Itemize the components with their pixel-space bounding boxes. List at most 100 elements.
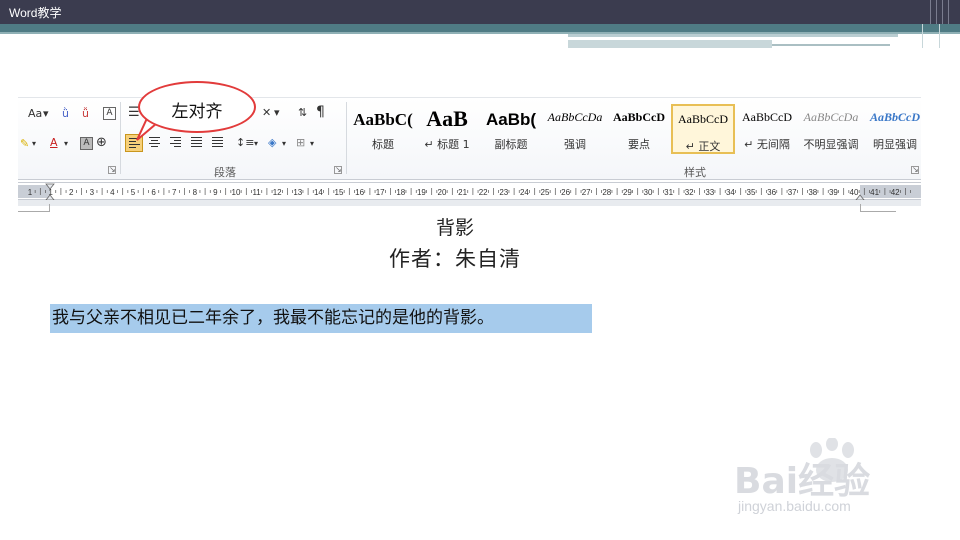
- ruler-tick-label: 37: [788, 188, 797, 197]
- shading-dropdown-icon[interactable]: ▾: [282, 136, 286, 152]
- enclose-character-icon[interactable]: ǚ: [82, 106, 89, 122]
- ruler-tick-label: 9: [213, 188, 218, 197]
- ruler-tick-label: 36: [767, 188, 776, 197]
- page-corner-mark-right: [860, 204, 896, 212]
- page-corner-mark-left: [18, 204, 50, 212]
- ruler-tick-label: 39: [829, 188, 838, 197]
- ruler-tick-label: 27: [582, 188, 591, 197]
- ruler-tick-label: 42: [891, 188, 900, 197]
- highlight-dropdown-icon[interactable]: ▾: [32, 136, 36, 152]
- show-marks-icon[interactable]: ¶: [316, 104, 325, 120]
- asian-layout-dropdown-icon[interactable]: ▾: [274, 105, 280, 121]
- ruler-tick-label: 13: [293, 188, 302, 197]
- ruler-tick-label: 29: [623, 188, 632, 197]
- distributed-icon: [212, 137, 223, 149]
- justify-icon: [191, 137, 202, 149]
- ruler-shadow: [18, 200, 921, 206]
- horizontal-ruler[interactable]: 1 1 2 3 4 5 6 7 8 9 10 11 12 13 14 15 16 17 18 19 20 21 22 23 24…: [18, 182, 921, 201]
- slide-header-bar: Word教学: [0, 0, 960, 24]
- style-title[interactable]: AaBbC( 标题: [351, 104, 415, 154]
- ruler-tick-label: 10: [232, 188, 241, 197]
- ruler-tick-label: 6: [151, 188, 156, 197]
- asian-layout-icon[interactable]: ✕: [262, 105, 271, 121]
- style-intense-emphasis[interactable]: AaBbCcD 明显强调: [863, 104, 921, 154]
- paragraph-dialog-launcher-icon[interactable]: ↘: [334, 166, 342, 174]
- ruler-tick-label: 5: [131, 188, 136, 197]
- font-color-dropdown-icon[interactable]: ▾: [64, 136, 68, 152]
- phonetic-guide-icon[interactable]: ǜ: [62, 106, 69, 122]
- style-heading-1[interactable]: AaB ↵ 标题 1: [415, 104, 479, 154]
- ruler-tick-label: 28: [602, 188, 611, 197]
- ruler-tick-label: 3: [90, 188, 95, 197]
- ruler-tick-label: 18: [396, 188, 405, 197]
- selected-paragraph[interactable]: 我与父亲不相见已二年余了，我最不能忘记的是他的背影。: [50, 304, 592, 333]
- ruler-tick-label: 12: [273, 188, 282, 197]
- callout-tail-cover: [152, 114, 170, 124]
- ruler-tick-label: 7: [172, 188, 177, 197]
- header-deco-strip: [568, 34, 898, 37]
- header-deco-frame: [922, 24, 940, 48]
- ruler-tick-label: 35: [747, 188, 756, 197]
- line-spacing-icon[interactable]: ↕≡: [236, 135, 254, 151]
- watermark-brand: Bai经验: [734, 461, 871, 502]
- font-dialog-launcher-icon[interactable]: ↘: [108, 166, 116, 174]
- ruler-tick-label: 23: [499, 188, 508, 197]
- group-separator: [346, 102, 347, 174]
- ruler-tick-label: 1: [28, 188, 33, 197]
- ruler-tick-label: 26: [561, 188, 570, 197]
- ruler-tick-label: 20: [438, 188, 447, 197]
- character-border-icon[interactable]: A: [103, 107, 116, 120]
- slide-title: Word教学: [9, 6, 62, 20]
- ruler-tick-label: 21: [458, 188, 467, 197]
- ruler-tick-label: 40: [850, 188, 859, 197]
- style-strong[interactable]: AaBbCcD 要点: [607, 104, 671, 154]
- styles-dialog-launcher-icon[interactable]: ↘: [911, 166, 919, 174]
- ruler-scale: 1 1 2 3 4 5 6 7 8 9 10 11 12 13 14 15 16 17 18 19 20 21 22 23 24…: [18, 183, 921, 201]
- paragraph-group-label: 段落: [214, 166, 236, 179]
- ruler-tick-label: 22: [479, 188, 488, 197]
- shading-icon[interactable]: ◈: [268, 135, 276, 151]
- ruler-tick-label: 8: [193, 188, 198, 197]
- ruler-tick-label: 11: [252, 188, 261, 197]
- document-title: 背影: [435, 217, 474, 239]
- ruler-tick-label: 15: [335, 188, 344, 197]
- justify-button[interactable]: [188, 134, 206, 152]
- baidu-watermark: Bai经验 jingyan.baidu.com: [730, 438, 930, 522]
- ruler-tick-label: 30: [644, 188, 653, 197]
- borders-dropdown-icon[interactable]: ▾: [310, 136, 314, 152]
- ruler-tick-label: 33: [705, 188, 714, 197]
- enclose-character-circle-icon[interactable]: ⊕: [96, 135, 107, 151]
- document-author: 作者：朱自清: [389, 247, 521, 271]
- line-spacing-dropdown-icon[interactable]: ▾: [254, 136, 258, 152]
- watermark-url: jingyan.baidu.com: [738, 498, 851, 514]
- sort-icon[interactable]: ⇅: [298, 105, 307, 121]
- ruler-tick-label: 31: [664, 188, 673, 197]
- ruler-tick-label: 32: [685, 188, 694, 197]
- header-deco-line: [772, 44, 890, 46]
- ruler-tick-label: 41: [870, 188, 879, 197]
- header-decoration: [928, 0, 954, 24]
- ruler-tick-label: 38: [808, 188, 817, 197]
- style-emphasis[interactable]: AaBbCcDa 强调: [543, 104, 607, 154]
- change-case-dropdown-icon[interactable]: ▾: [43, 106, 49, 122]
- styles-group-label: 样式: [684, 166, 706, 179]
- highlight-color-icon[interactable]: ✎: [20, 136, 29, 152]
- ruler-tick-label: 2: [69, 188, 74, 197]
- ruler-tick-label: 4: [110, 188, 115, 197]
- header-accent-band: [0, 24, 960, 32]
- distributed-button[interactable]: [209, 134, 227, 152]
- style-subtle-emphasis[interactable]: AaBbCcDa 不明显强调: [799, 104, 863, 154]
- change-case-button[interactable]: Aa: [28, 106, 42, 122]
- group-separator: [120, 102, 121, 174]
- ruler-tick-label: 25: [541, 188, 550, 197]
- ruler-tick-label: 17: [376, 188, 385, 197]
- styles-gallery: AaBbC( 标题 AaB ↵ 标题 1 AaBb( 副标题 AaBbCcDa …: [351, 102, 921, 156]
- font-color-icon[interactable]: A: [50, 135, 58, 151]
- style-subtitle[interactable]: AaBb( 副标题: [479, 104, 543, 154]
- style-no-spacing[interactable]: AaBbCcD ↵ 无间隔: [735, 104, 799, 154]
- ruler-tick-label: 24: [520, 188, 529, 197]
- borders-icon[interactable]: ⊞: [296, 135, 305, 151]
- ruler-tick-label: 14: [314, 188, 323, 197]
- character-shading-icon[interactable]: A: [80, 137, 93, 150]
- style-normal[interactable]: AaBbCcD ↵ 正文: [671, 104, 735, 154]
